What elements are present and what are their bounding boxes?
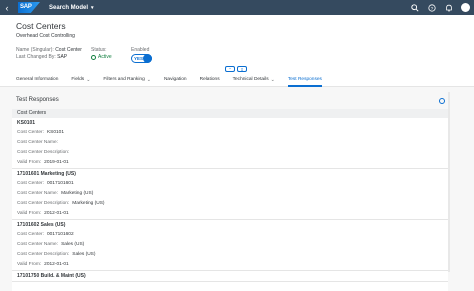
app-title-menu[interactable]: Search Model ▾ <box>49 5 94 11</box>
tab-fields[interactable]: Fields ⌄ <box>71 73 90 87</box>
list-item[interactable]: KS0101 Cost Center: KS0101 Cost Center Na… <box>12 119 448 169</box>
chevron-up-icon: ⌃ <box>228 67 232 72</box>
status-block: Status: Active <box>91 47 112 61</box>
sap-logo[interactable]: SAP <box>18 2 40 13</box>
tab-navigation[interactable]: Navigation <box>164 73 187 87</box>
page-title: Cost Centers <box>16 21 66 31</box>
changed-value: SAP <box>57 54 68 60</box>
enabled-label: Enabled <box>131 47 150 53</box>
record-title: 17101601 Marketing (US) <box>17 171 76 177</box>
field-value: KS0101 <box>46 130 65 135</box>
chevron-down-icon: ⌄ <box>270 76 275 83</box>
tab-label: Technical Details <box>232 76 269 82</box>
list-item[interactable]: 17101602 Sales (US) Cost Center: 00171016… <box>12 221 448 271</box>
collapse-header-button[interactable]: ⌃ <box>225 66 235 72</box>
toggle-text: YES <box>134 56 144 61</box>
field-label: Cost Center Name: <box>17 191 59 196</box>
chevron-down-icon: ⌄ <box>86 76 91 83</box>
field-value: 0017101601 <box>46 181 74 186</box>
field-value: 2012-01-01 <box>44 211 69 216</box>
field-label: Valid From: <box>17 160 42 165</box>
field-label: Valid From: <box>17 211 42 216</box>
pin-icon: ⇕ <box>240 67 244 72</box>
name-value: Cost Center <box>55 47 82 53</box>
field-label: Cost Center Description: <box>17 201 70 206</box>
enabled-block: Enabled <box>131 47 149 54</box>
field-value: Marketing (US) <box>61 191 94 196</box>
header-attributes: Name (Singular): Cost Center Last Change… <box>16 47 82 61</box>
field-label: Valid From: <box>17 262 42 267</box>
status-value: Active <box>98 54 112 60</box>
table-header: Cost Centers <box>12 109 448 118</box>
tab-label: Relations <box>199 76 220 82</box>
caret-down-icon: ▾ <box>91 4 94 11</box>
field-value: 0017101602 <box>46 232 74 237</box>
anchor-bar: General Information Fields ⌄ Filters and … <box>0 73 474 87</box>
shell-bar: ‹ SAP Search Model ▾ ? <box>0 0 474 15</box>
tab-label: Navigation <box>163 76 187 82</box>
field-label: Cost Center: <box>17 232 44 237</box>
field-value: Marketing (US) <box>72 201 105 206</box>
field-label: Cost Center Description: <box>17 150 70 155</box>
content-area: Test Responses Cost Centers KS0101 Cost … <box>0 88 474 291</box>
scrollbar[interactable] <box>448 92 450 272</box>
settings-icon[interactable] <box>439 98 445 104</box>
tab-general-information[interactable]: General Information <box>16 73 58 87</box>
test-responses-panel: Cost Centers KS0101 Cost Center: KS0101 C… <box>12 109 448 291</box>
list-item[interactable]: 17101750 Build. & Maint (US) <box>12 272 448 282</box>
field-value: Sales (US) <box>61 242 85 247</box>
tab-filters-and-ranking[interactable]: Filters and Ranking ⌄ <box>103 73 151 87</box>
changed-label: Last Changed By: <box>16 54 56 60</box>
tab-label: Filters and Ranking <box>103 76 145 82</box>
bell-icon[interactable] <box>444 3 453 12</box>
help-icon[interactable]: ? <box>427 3 436 12</box>
tab-relations[interactable]: Relations <box>200 73 220 87</box>
app-title: Search Model <box>49 4 89 11</box>
field-label: Cost Center: <box>17 181 44 186</box>
back-arrow-icon: ‹ <box>5 2 9 13</box>
chevron-down-icon: ⌄ <box>146 76 151 83</box>
field-value: 2019-01-01 <box>44 160 69 165</box>
toggle-knob <box>143 54 152 63</box>
name-label: Name (Singular): <box>16 47 54 53</box>
tab-label: Fields <box>71 76 85 82</box>
tab-technical-details[interactable]: Technical Details ⌄ <box>233 73 275 87</box>
header-collapse-controls: ⌃ ⇕ <box>225 66 247 72</box>
tab-label: Test Responses <box>287 76 322 82</box>
field-label: Cost Center Name: <box>17 140 59 145</box>
avatar[interactable] <box>461 3 470 12</box>
tab-test-responses[interactable]: Test Responses <box>287 73 323 87</box>
pin-header-button[interactable]: ⇕ <box>237 66 247 72</box>
page-subtitle: Overhead Cost Controlling <box>16 33 75 39</box>
tab-label: General Information <box>16 76 59 82</box>
field-label: Cost Center: <box>17 130 44 135</box>
status-label: Status: <box>91 47 107 53</box>
section-title: Test Responses <box>16 97 59 103</box>
record-title: 17101750 Build. & Maint (US) <box>17 273 86 279</box>
field-label: Cost Center Name: <box>17 242 59 247</box>
field-value: 2012-01-01 <box>44 262 69 267</box>
record-title: KS0101 <box>17 120 36 126</box>
field-value: Sales (US) <box>72 252 96 257</box>
success-icon <box>91 55 96 60</box>
field-label: Cost Center Description: <box>17 252 70 257</box>
back-button[interactable]: ‹ <box>0 0 14 15</box>
search-icon[interactable] <box>410 3 419 12</box>
enabled-toggle[interactable]: YES <box>131 54 152 63</box>
list-item[interactable]: 17101601 Marketing (US) Cost Center: 0017… <box>12 170 448 220</box>
svg-text:?: ? <box>430 5 433 11</box>
record-title: 17101602 Sales (US) <box>17 222 66 228</box>
